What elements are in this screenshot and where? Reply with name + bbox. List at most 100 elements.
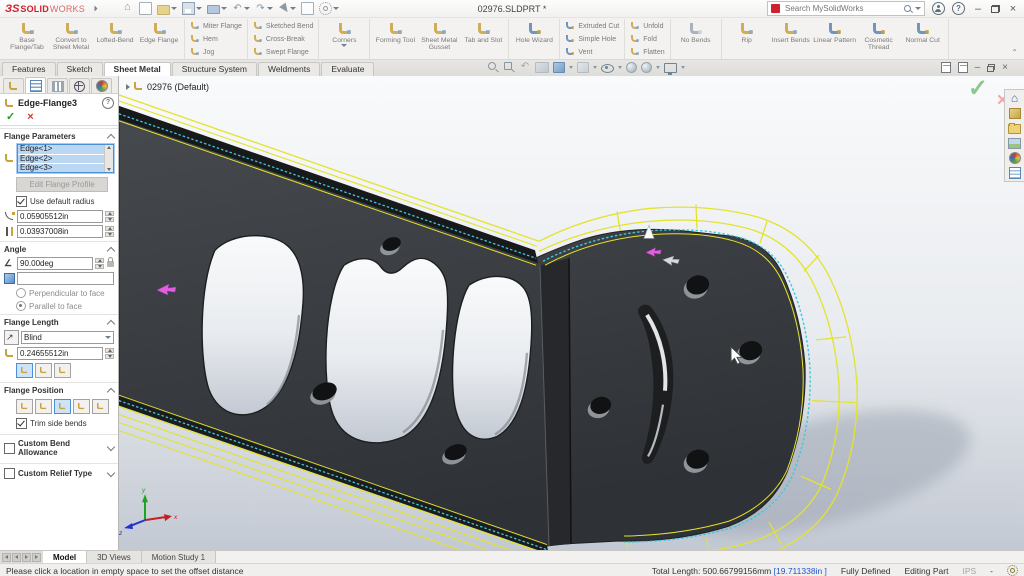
flange-parameters-section-header[interactable]: Flange Parameters bbox=[0, 128, 118, 143]
reference-face-input[interactable] bbox=[17, 272, 114, 285]
doc-close-icon[interactable]: × bbox=[1002, 63, 1008, 73]
tab-structure-system[interactable]: Structure System bbox=[172, 62, 257, 76]
tab-motion-study[interactable]: Motion Study 1 bbox=[142, 551, 216, 563]
lofted-bend-button[interactable]: Lofted-Bend bbox=[93, 19, 137, 59]
checkbox-icon[interactable] bbox=[4, 443, 15, 454]
next-tab-icon[interactable] bbox=[22, 553, 31, 562]
list-item[interactable]: Edge<3> bbox=[18, 164, 113, 173]
user-account-icon[interactable] bbox=[932, 2, 945, 15]
trim-side-bends-checkbox[interactable]: Trim side bends bbox=[0, 416, 118, 431]
menu-expand-icon[interactable] bbox=[94, 6, 97, 12]
print-button[interactable] bbox=[207, 3, 227, 14]
no-bends-button[interactable]: No Bends bbox=[674, 19, 718, 59]
property-manager-tab[interactable] bbox=[25, 77, 46, 93]
solidworks-resources-button[interactable]: ⌂ bbox=[1008, 92, 1021, 104]
document-control-icon[interactable] bbox=[958, 62, 968, 73]
tab-evaluate[interactable]: Evaluate bbox=[321, 62, 374, 76]
flange-position-section-header[interactable]: Flange Position bbox=[0, 382, 118, 397]
bend-from-virtual-sharp-button[interactable] bbox=[73, 399, 90, 414]
material-inside-button[interactable] bbox=[16, 399, 33, 414]
flange-length-input[interactable]: 0.24655512in bbox=[17, 347, 103, 360]
feature-manager-tab[interactable] bbox=[3, 78, 24, 93]
appearances-button[interactable] bbox=[1008, 152, 1021, 164]
help-icon[interactable]: ? bbox=[952, 2, 965, 15]
select-button[interactable] bbox=[278, 3, 296, 14]
custom-properties-gear-icon[interactable] bbox=[1007, 565, 1018, 576]
document-control-icon[interactable] bbox=[941, 62, 951, 73]
flange-length-section-header[interactable]: Flange Length bbox=[0, 314, 118, 329]
doc-minimize-icon[interactable]: – bbox=[975, 63, 981, 73]
options-button[interactable] bbox=[319, 2, 339, 15]
tree-expand-icon[interactable] bbox=[126, 84, 130, 90]
rip-button[interactable]: Rip bbox=[725, 19, 769, 59]
zoom-to-fit-icon[interactable] bbox=[487, 61, 499, 73]
feature-tree-flyout[interactable]: 02976 (Default) bbox=[126, 81, 209, 92]
tab-weldments[interactable]: Weldments bbox=[258, 62, 320, 76]
perpendicular-to-face-radio[interactable]: Perpendicular to face bbox=[0, 286, 118, 299]
search-input[interactable] bbox=[783, 3, 901, 14]
angle-spinner[interactable] bbox=[95, 258, 104, 269]
tab-model[interactable]: Model bbox=[43, 551, 87, 563]
gap-distance-input[interactable]: 0.03937008in bbox=[17, 225, 103, 238]
ribbon-collapse-icon[interactable]: ⌃ bbox=[1011, 48, 1018, 57]
corners-button[interactable]: Corners bbox=[322, 19, 366, 59]
insert-bends-button[interactable]: Insert Bends bbox=[769, 19, 813, 59]
redo-button[interactable]: ↷ bbox=[255, 3, 273, 14]
gap-spinner[interactable] bbox=[105, 226, 114, 237]
normal-cut-button[interactable]: Normal Cut bbox=[901, 19, 945, 59]
apply-scene-icon[interactable] bbox=[641, 62, 652, 73]
length-spinner[interactable] bbox=[105, 348, 114, 359]
flatten-button[interactable]: Flatten bbox=[628, 46, 666, 58]
tab-3d-views[interactable]: 3D Views bbox=[87, 551, 142, 563]
simple-hole-button[interactable]: Simple Hole bbox=[563, 33, 621, 45]
sheet-metal-gusset-button[interactable]: Sheet Metal Gusset bbox=[417, 19, 461, 59]
parallel-to-face-radio[interactable]: Parallel to face bbox=[0, 299, 118, 312]
pm-help-icon[interactable]: ? bbox=[102, 97, 114, 109]
pm-cancel-button[interactable]: × bbox=[27, 112, 33, 122]
tangent-to-bend-button[interactable] bbox=[92, 399, 109, 414]
end-condition-dropdown[interactable]: Blind bbox=[21, 331, 114, 344]
bend-outside-button[interactable] bbox=[54, 399, 71, 414]
save-button[interactable] bbox=[182, 2, 202, 15]
flange-angle-input[interactable]: 90.00deg bbox=[17, 257, 93, 270]
cross-break-button[interactable]: Cross-Break bbox=[251, 33, 315, 45]
zoom-to-area-icon[interactable] bbox=[503, 61, 515, 73]
graphics-viewport[interactable]: y x z 02976 (Default) ✓ × ⌂ bbox=[119, 76, 1024, 550]
outer-virtual-sharp-button[interactable] bbox=[16, 363, 33, 378]
search-scope-caret-icon[interactable] bbox=[915, 7, 921, 10]
unfold-button[interactable]: Unfold bbox=[628, 20, 666, 32]
hem-button[interactable]: Hem bbox=[188, 33, 244, 45]
edge-selection-list[interactable]: Edge<1> Edge<2> Edge<3> bbox=[17, 144, 114, 173]
use-default-radius-checkbox[interactable]: Use default radius bbox=[0, 194, 118, 209]
radius-spinner[interactable] bbox=[105, 211, 114, 222]
edit-appearance-icon[interactable] bbox=[626, 62, 637, 73]
miter-flange-button[interactable]: Miter Flange bbox=[188, 20, 244, 32]
view-settings-caret-icon[interactable] bbox=[681, 66, 685, 69]
linear-pattern-button[interactable]: Linear Pattern bbox=[813, 19, 857, 59]
tab-features[interactable]: Features bbox=[2, 62, 56, 76]
section-view-icon[interactable] bbox=[535, 62, 549, 73]
design-library-button[interactable] bbox=[1008, 107, 1021, 119]
file-explorer-button[interactable] bbox=[1008, 122, 1021, 134]
hide-show-caret-icon[interactable] bbox=[618, 66, 622, 69]
hide-show-items-icon[interactable] bbox=[601, 64, 614, 73]
convert-to-sheet-metal-button[interactable]: Convert to Sheet Metal bbox=[49, 19, 93, 59]
angle-section-header[interactable]: Angle bbox=[0, 241, 118, 256]
angle-lock-icon[interactable] bbox=[107, 261, 114, 267]
sketched-bend-button[interactable]: Sketched Bend bbox=[251, 20, 315, 32]
view-settings-icon[interactable] bbox=[664, 63, 677, 73]
display-manager-tab[interactable] bbox=[91, 78, 112, 93]
tab-and-slot-button[interactable]: Tab and Slot bbox=[461, 19, 505, 59]
doc-restore-icon[interactable] bbox=[987, 64, 995, 72]
new-document-button[interactable] bbox=[139, 2, 152, 15]
extruded-cut-button[interactable]: Extruded Cut bbox=[563, 20, 621, 32]
base-flange-button[interactable]: Base Flange/Tab bbox=[5, 19, 49, 59]
jog-button[interactable]: Jog bbox=[188, 46, 244, 58]
vent-button[interactable]: Vent bbox=[563, 46, 621, 58]
previous-view-icon[interactable]: ↶ bbox=[519, 61, 531, 73]
prev-tab-icon[interactable] bbox=[12, 553, 21, 562]
3d-scene[interactable]: y x z bbox=[119, 76, 1024, 550]
open-button[interactable] bbox=[157, 2, 177, 15]
list-scrollbar[interactable] bbox=[104, 145, 113, 172]
hole-wizard-button[interactable]: Hole Wizard bbox=[512, 19, 556, 59]
